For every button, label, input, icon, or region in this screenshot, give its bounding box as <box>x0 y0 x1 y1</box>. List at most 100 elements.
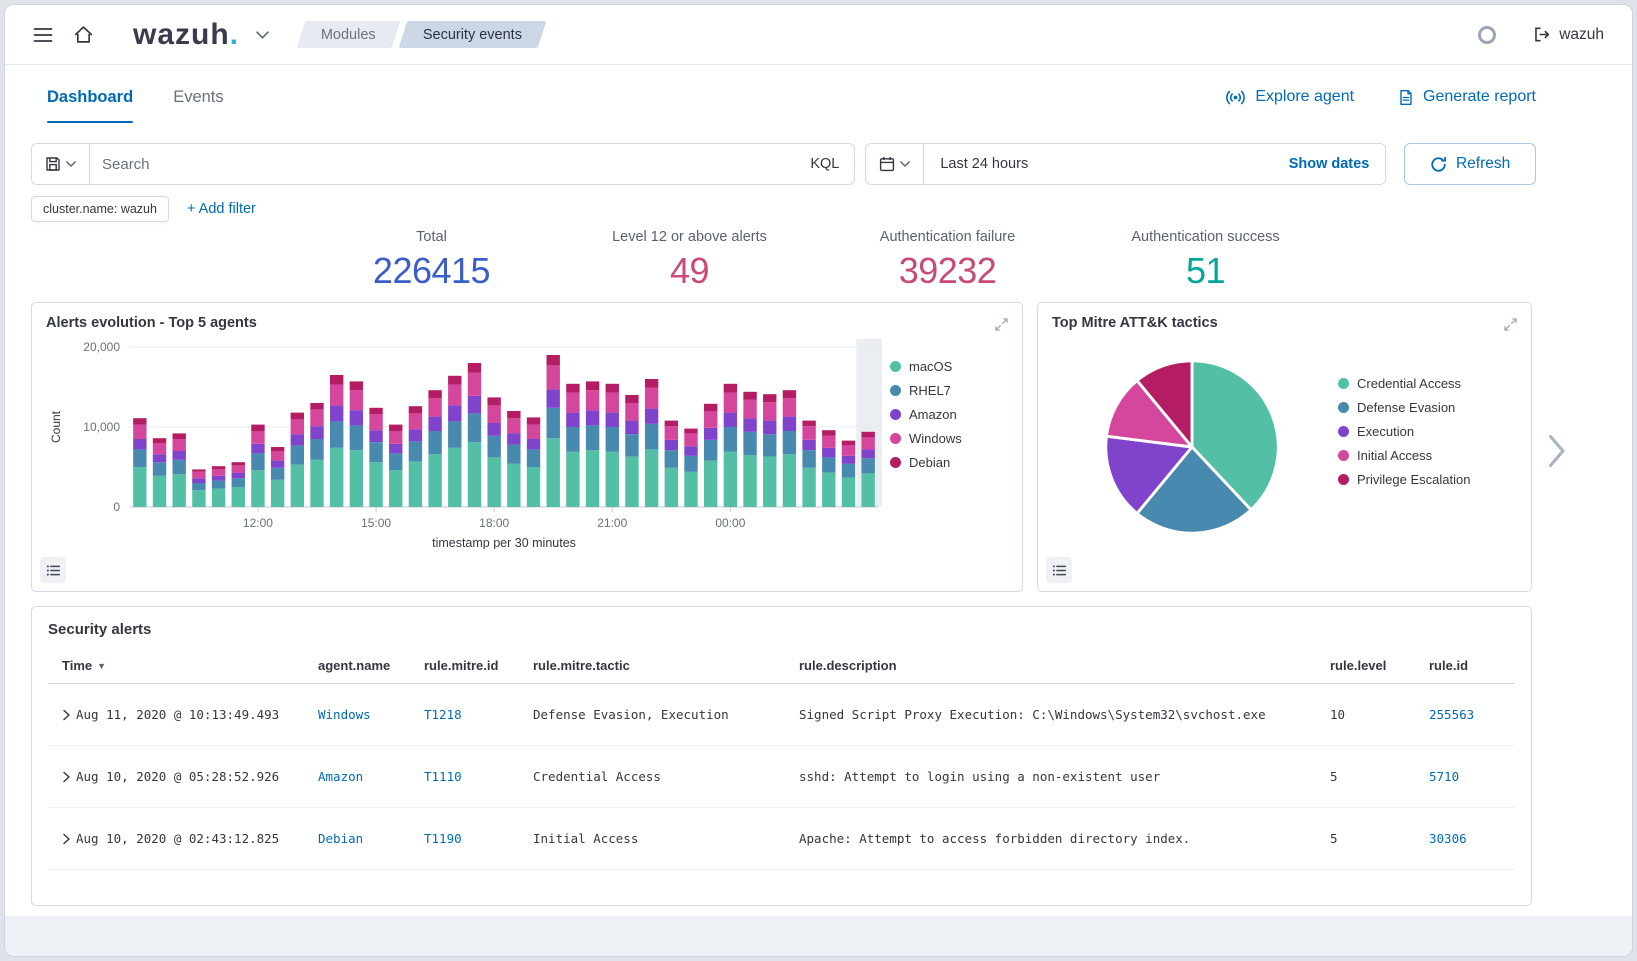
bar-segment-macos[interactable] <box>330 448 343 507</box>
bar-segment-macos[interactable] <box>409 461 422 507</box>
bar-segment-amazon[interactable] <box>783 417 796 431</box>
cell-agent-name[interactable]: Debian <box>318 831 424 846</box>
bar-segment-windows[interactable] <box>350 390 363 410</box>
bar-segment-windows[interactable] <box>763 402 776 420</box>
bar-segment-debian[interactable] <box>350 381 363 390</box>
bar-segment-rhel7[interactable] <box>507 445 520 464</box>
bar-segment-debian[interactable] <box>684 429 697 434</box>
expand-alerts-panel-button[interactable] <box>989 312 1013 336</box>
bar-segment-macos[interactable] <box>212 489 225 507</box>
bar-segment-rhel7[interactable] <box>724 427 737 452</box>
bar-segment-amazon[interactable] <box>625 421 638 435</box>
bar-segment-windows[interactable] <box>448 385 461 406</box>
bar-segment-rhel7[interactable] <box>330 421 343 447</box>
cell-rule-id[interactable]: 5710 <box>1429 769 1515 784</box>
bar-segment-amazon[interactable] <box>822 448 835 458</box>
bar-segment-windows[interactable] <box>251 431 264 444</box>
show-dates-button[interactable]: Show dates <box>1273 144 1386 184</box>
bar-segment-macos[interactable] <box>665 468 678 507</box>
bar-segment-debian[interactable] <box>251 425 264 431</box>
bar-segment-macos[interactable] <box>389 470 402 507</box>
cell-rule-id[interactable]: 30306 <box>1429 831 1515 846</box>
stat-value-auth-success[interactable]: 51 <box>1077 250 1335 292</box>
bar-segment-macos[interactable] <box>547 438 560 507</box>
bar-segment-debian[interactable] <box>665 421 678 427</box>
tab-events[interactable]: Events <box>173 65 223 129</box>
bar-segment-rhel7[interactable] <box>527 449 540 467</box>
bar-segment-rhel7[interactable] <box>487 436 500 458</box>
bar-segment-windows[interactable] <box>271 451 284 461</box>
expand-row-button[interactable] <box>48 771 76 783</box>
bar-segment-windows[interactable] <box>291 419 304 434</box>
refresh-button[interactable]: Refresh <box>1404 143 1536 185</box>
bar-segment-debian[interactable] <box>507 411 520 418</box>
bar-segment-rhel7[interactable] <box>468 413 481 442</box>
bar-segment-amazon[interactable] <box>487 423 500 436</box>
bar-segment-macos[interactable] <box>468 442 481 507</box>
bar-segment-windows[interactable] <box>487 405 500 423</box>
bar-segment-rhel7[interactable] <box>369 442 382 462</box>
bar-segment-debian[interactable] <box>153 438 166 443</box>
bar-segment-amazon[interactable] <box>527 439 540 449</box>
bar-segment-macos[interactable] <box>192 490 205 507</box>
bar-segment-amazon[interactable] <box>704 428 717 440</box>
bar-segment-macos[interactable] <box>566 452 579 507</box>
bar-segment-debian[interactable] <box>822 430 835 436</box>
bar-segment-macos[interactable] <box>173 474 186 507</box>
cell-rule-id[interactable]: 255563 <box>1429 707 1515 722</box>
bar-segment-windows[interactable] <box>173 439 186 451</box>
bar-segment-windows[interactable] <box>389 431 402 444</box>
column-header-rule-description[interactable]: rule.description <box>799 658 1330 673</box>
saved-queries-button[interactable] <box>32 144 90 184</box>
bar-segment-rhel7[interactable] <box>822 457 835 472</box>
bar-segment-macos[interactable] <box>487 457 500 507</box>
legend-item-execution[interactable]: Execution <box>1338 424 1470 439</box>
bar-segment-windows[interactable] <box>802 426 815 440</box>
bar-segment-windows[interactable] <box>369 414 382 430</box>
bar-segment-debian[interactable] <box>173 433 186 439</box>
bar-segment-debian[interactable] <box>369 408 382 414</box>
bar-segment-debian[interactable] <box>861 432 874 438</box>
stat-value-level-12[interactable]: 49 <box>561 250 819 292</box>
bar-segment-rhel7[interactable] <box>251 453 264 470</box>
bar-segment-amazon[interactable] <box>507 433 520 444</box>
bar-segment-windows[interactable] <box>645 388 658 409</box>
cell-agent-name[interactable]: Windows <box>318 707 424 722</box>
bar-segment-windows[interactable] <box>842 445 855 455</box>
bar-segment-debian[interactable] <box>802 421 815 427</box>
bar-segment-rhel7[interactable] <box>448 421 461 447</box>
bar-segment-amazon[interactable] <box>291 434 304 445</box>
bar-segment-amazon[interactable] <box>743 418 756 432</box>
bar-segment-debian[interactable] <box>212 466 225 469</box>
legend-item-amazon[interactable]: Amazon <box>890 407 1006 422</box>
menu-button[interactable] <box>23 15 63 55</box>
bar-segment-macos[interactable] <box>645 449 658 507</box>
bar-segment-rhel7[interactable] <box>547 408 560 438</box>
bar-segment-windows[interactable] <box>468 373 481 396</box>
bar-segment-debian[interactable] <box>586 381 599 390</box>
filter-pill-cluster-name[interactable]: cluster.name: wazuh <box>31 196 169 222</box>
bar-segment-windows[interactable] <box>310 409 323 426</box>
bar-segment-windows[interactable] <box>743 400 756 418</box>
bar-segment-debian[interactable] <box>487 397 500 405</box>
bar-segment-debian[interactable] <box>192 469 205 471</box>
bar-segment-debian[interactable] <box>389 425 402 431</box>
bar-segment-windows[interactable] <box>507 418 520 433</box>
bar-segment-macos[interactable] <box>350 450 363 507</box>
bar-segment-macos[interactable] <box>743 455 756 507</box>
bar-segment-windows[interactable] <box>232 465 245 472</box>
bar-segment-amazon[interactable] <box>173 451 186 460</box>
cell-rule-mitre-id[interactable]: T1190 <box>424 831 533 846</box>
bar-segment-amazon[interactable] <box>369 430 382 442</box>
bar-segment-macos[interactable] <box>153 476 166 507</box>
legend-item-debian[interactable]: Debian <box>890 455 1006 470</box>
bar-segment-windows[interactable] <box>409 413 422 429</box>
bar-segment-amazon[interactable] <box>724 413 737 427</box>
bar-segment-windows[interactable] <box>822 436 835 448</box>
bar-segment-rhel7[interactable] <box>763 434 776 456</box>
bar-segment-debian[interactable] <box>724 384 737 393</box>
bar-segment-macos[interactable] <box>606 452 619 507</box>
legend-item-macos[interactable]: macOS <box>890 359 1006 374</box>
legend-item-credential-access[interactable]: Credential Access <box>1338 376 1470 391</box>
bar-segment-debian[interactable] <box>527 417 540 424</box>
